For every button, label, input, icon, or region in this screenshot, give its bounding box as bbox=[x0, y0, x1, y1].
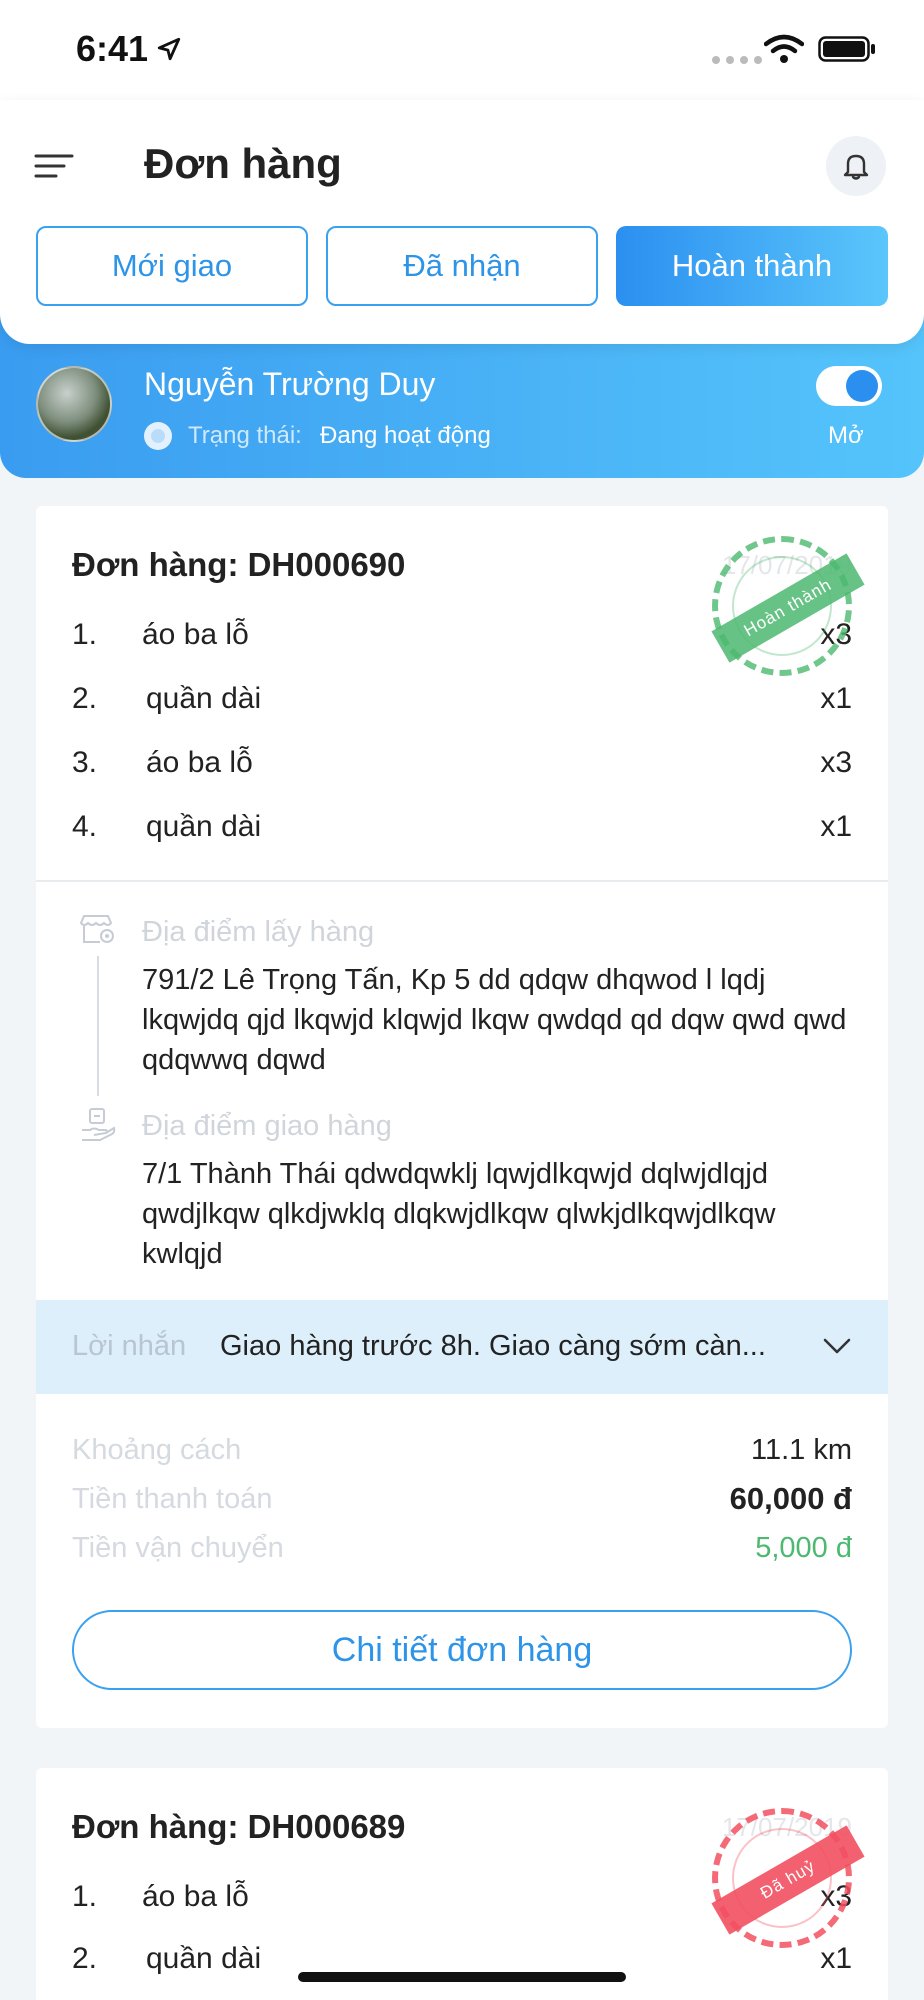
store-pickup-icon bbox=[80, 915, 114, 943]
status-tabs: Mới giao Đã nhận Hoàn thành bbox=[36, 226, 888, 306]
order-id: Đơn hàng: DH000689 bbox=[72, 1808, 406, 1845]
battery-icon bbox=[818, 36, 875, 62]
app-header: Đơn hàng Mới giao Đã nhận Hoàn thành bbox=[0, 100, 924, 344]
hand-delivery-icon bbox=[82, 1108, 116, 1141]
distance-value: 11.1 km bbox=[750, 1434, 852, 1466]
status-label: Trạng thái: bbox=[188, 422, 302, 449]
item-qty: x1 bbox=[820, 1942, 852, 1975]
home-indicator[interactable] bbox=[298, 1972, 626, 1982]
item-name: áo ba lỗ bbox=[142, 618, 249, 651]
order-detail-button[interactable]: Chi tiết đơn hàng bbox=[72, 1610, 852, 1690]
item-name: áo ba lỗ bbox=[142, 1880, 249, 1913]
item-number: 4. bbox=[72, 810, 98, 843]
tab-new[interactable]: Mới giao bbox=[36, 226, 308, 306]
item-number: 3. bbox=[72, 746, 98, 779]
pickup-address: 791/2 Lê Trọng Tấn, Kp 5 dd qdqw dhqwod … bbox=[142, 964, 847, 1076]
status-time: 6:41 bbox=[76, 28, 149, 69]
list-item: 2. quần dài x1 bbox=[72, 682, 852, 722]
toggle-label: Mở bbox=[828, 422, 864, 449]
completed-stamp: Hoàn thành bbox=[711, 536, 865, 676]
note-bar[interactable]: Lời nhắn Giao hàng trước 8h. Giao càng s… bbox=[36, 1300, 888, 1394]
order-id: Đơn hàng: DH000690 bbox=[72, 546, 406, 583]
cancelled-stamp: Đã huỷ bbox=[711, 1808, 865, 1948]
item-number: 1. bbox=[72, 1880, 98, 1913]
note-label: Lời nhắn bbox=[72, 1330, 187, 1362]
user-name: Nguyễn Trường Duy bbox=[144, 366, 436, 402]
item-name: quần dài bbox=[146, 682, 262, 715]
page-title: Đơn hàng bbox=[144, 140, 342, 187]
location-arrow-icon bbox=[157, 37, 181, 61]
list-item: 3. áo ba lỗ x3 bbox=[72, 746, 852, 786]
delivery-address: 7/1 Thành Thái qdwdqwklj lqwjdlkqwjd dql… bbox=[142, 1158, 776, 1270]
item-name: áo ba lỗ bbox=[146, 746, 253, 779]
tab-completed[interactable]: Hoàn thành bbox=[616, 226, 888, 306]
status-dot-icon bbox=[144, 422, 172, 450]
wifi-icon bbox=[764, 34, 804, 63]
route-line bbox=[97, 956, 99, 1096]
bell-icon bbox=[843, 154, 869, 180]
signal-icon bbox=[712, 56, 762, 64]
order-card: Đơn hàng: DH000689 17/07/2019 1. áo ba l… bbox=[36, 1768, 888, 2000]
item-name: quần dài bbox=[146, 810, 262, 843]
chevron-down-icon[interactable] bbox=[822, 1334, 852, 1358]
payment-label: Tiền thanh toán bbox=[72, 1483, 273, 1515]
status-bar: 6:41 bbox=[0, 0, 924, 100]
delivery-label: Địa điểm giao hàng bbox=[142, 1110, 392, 1142]
shipping-value: 5,000 đ bbox=[755, 1532, 852, 1564]
pickup-label: Địa điểm lấy hàng bbox=[142, 916, 375, 948]
distance-label: Khoảng cách bbox=[72, 1434, 242, 1466]
availability-toggle[interactable] bbox=[816, 366, 882, 406]
item-number: 1. bbox=[72, 618, 98, 651]
item-qty: x1 bbox=[820, 810, 852, 843]
divider bbox=[36, 880, 888, 882]
order-card: Đơn hàng: DH000690 17/07/2019 1. áo ba l… bbox=[36, 506, 888, 1728]
item-name: quần dài bbox=[146, 1942, 262, 1975]
shipping-label: Tiền vận chuyển bbox=[72, 1532, 284, 1564]
avatar bbox=[36, 366, 112, 442]
item-qty: x1 bbox=[820, 682, 852, 715]
item-number: 2. bbox=[72, 682, 98, 715]
list-item: 4. quần dài x1 bbox=[72, 810, 852, 850]
menu-icon[interactable] bbox=[34, 150, 74, 182]
tab-received[interactable]: Đã nhận bbox=[326, 226, 598, 306]
note-text: Giao hàng trước 8h. Giao càng sớm càn... bbox=[220, 1330, 766, 1362]
item-number: 2. bbox=[72, 1942, 98, 1975]
item-qty: x3 bbox=[820, 746, 852, 779]
status-value: Đang hoạt động bbox=[320, 422, 491, 449]
notification-button[interactable] bbox=[826, 136, 886, 196]
payment-value: 60,000 đ bbox=[729, 1481, 852, 1516]
